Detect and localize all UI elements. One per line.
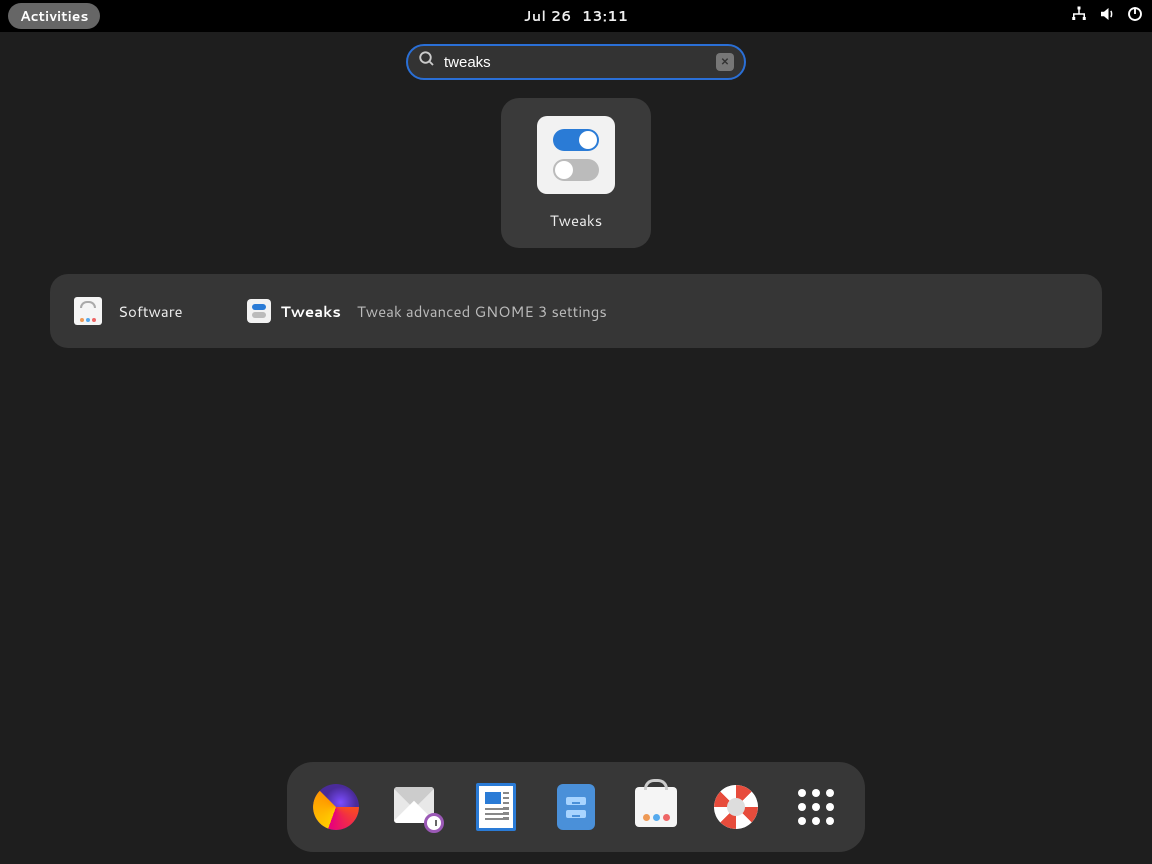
- clock[interactable]: Jul 26 13:11: [524, 6, 629, 26]
- clear-search-button[interactable]: [716, 53, 734, 71]
- dash-writer[interactable]: [471, 782, 521, 832]
- top-bar: Activities Jul 26 13:11: [0, 0, 1152, 32]
- dash-files[interactable]: [551, 782, 601, 832]
- dash: [287, 762, 865, 852]
- network-icon: [1070, 5, 1088, 28]
- power-icon: [1126, 5, 1144, 28]
- result-description: Tweak advanced GNOME 3 settings: [357, 301, 607, 322]
- software-result-tweaks[interactable]: Tweaks Tweak advanced GNOME 3 settings: [247, 299, 607, 323]
- search-icon: [418, 50, 436, 74]
- apps-grid-icon: [798, 789, 834, 825]
- search-provider-software: Software Tweaks Tweak advanced GNOME 3 s…: [50, 274, 1102, 348]
- writer-icon: [476, 783, 516, 831]
- software-large-icon: [635, 787, 677, 827]
- dash-show-apps[interactable]: [791, 782, 841, 832]
- dash-firefox[interactable]: [311, 782, 361, 832]
- date-label: Jul 26: [524, 6, 572, 26]
- tweaks-mini-icon: [247, 299, 271, 323]
- result-name: Tweaks: [281, 301, 341, 322]
- provider-title: Software: [118, 301, 183, 322]
- dash-software[interactable]: [631, 782, 681, 832]
- help-icon: [714, 785, 758, 829]
- tweaks-icon: [537, 116, 615, 194]
- search-input[interactable]: [436, 54, 716, 71]
- dash-help[interactable]: [711, 782, 761, 832]
- firefox-icon: [313, 784, 359, 830]
- mail-icon: [394, 787, 438, 827]
- dash-evolution[interactable]: [391, 782, 441, 832]
- activities-button[interactable]: Activities: [8, 3, 100, 29]
- software-icon: [74, 297, 102, 325]
- volume-icon: [1098, 5, 1116, 28]
- search-box[interactable]: [406, 44, 746, 80]
- files-icon: [557, 784, 595, 830]
- app-result-label: Tweaks: [550, 210, 602, 231]
- status-area[interactable]: [1070, 5, 1144, 28]
- app-result-tweaks[interactable]: Tweaks: [501, 98, 651, 248]
- search-container: [406, 44, 746, 80]
- time-label: 13:11: [582, 6, 628, 26]
